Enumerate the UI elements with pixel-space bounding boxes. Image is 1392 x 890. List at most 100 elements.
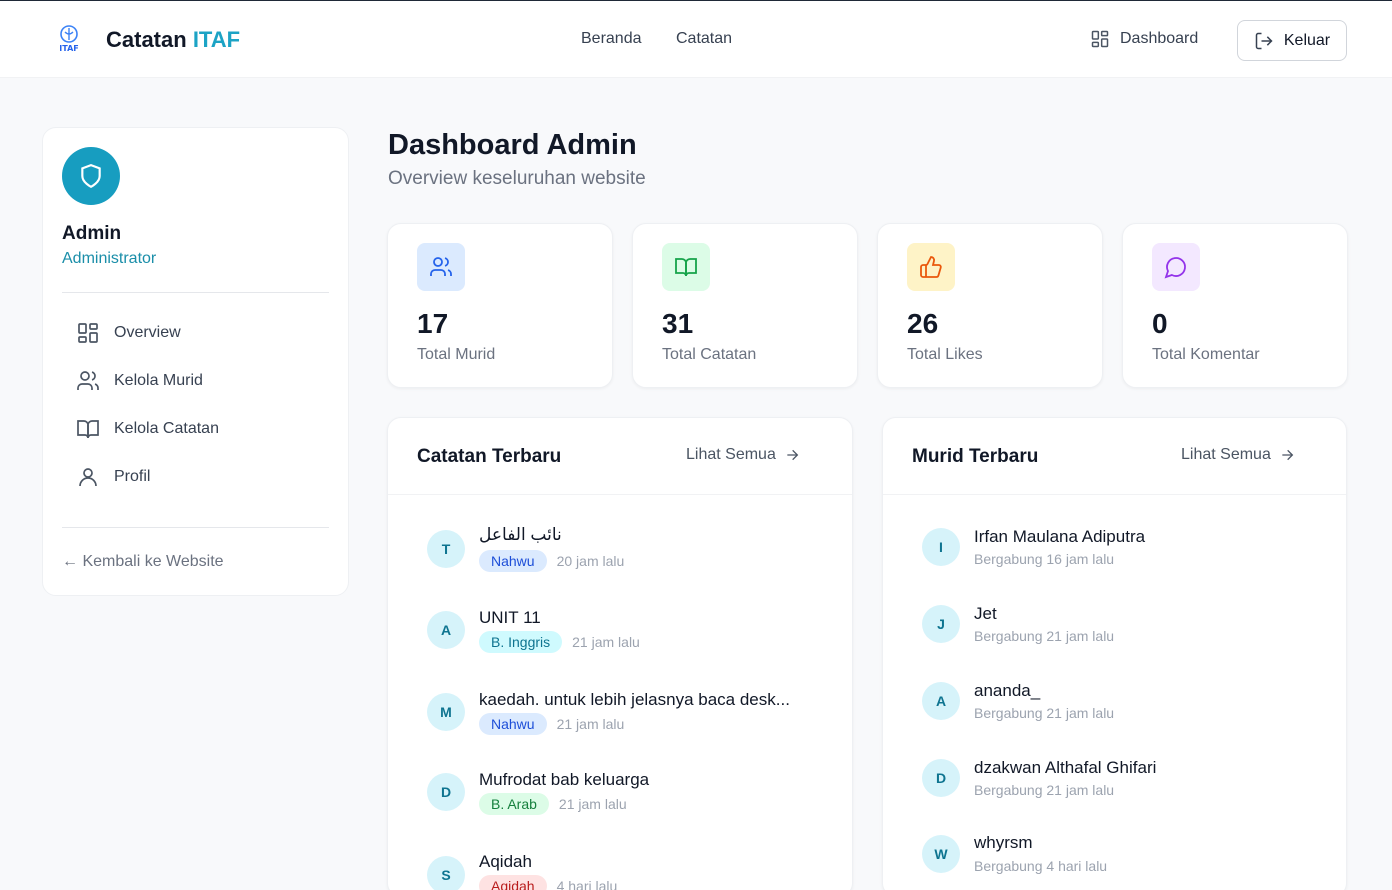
brand-accent: ITAF	[192, 27, 241, 52]
note-time: 20 jam lalu	[556, 553, 625, 569]
stat-card-total-catatan: 31 Total Catatan	[632, 223, 858, 388]
stat-label: Total Catatan	[662, 346, 757, 363]
note-title: kaedah. untuk lebih jelasnya baca desk..…	[479, 690, 790, 709]
student-name: Irfan Maulana Adiputra	[974, 527, 1146, 546]
student-name: dzakwan Althafal Ghifari	[974, 758, 1157, 777]
stat-card-total-likes: 26 Total Likes	[877, 223, 1103, 388]
student-name: ananda_	[974, 681, 1041, 700]
category-badge: B. Arab	[479, 793, 549, 815]
note-time: 4 hari lalu	[556, 878, 618, 890]
student-joined: Bergabung 21 jam lalu	[974, 628, 1115, 644]
student-list-item[interactable]: D dzakwan Althafal Ghifari Bergabung 21 …	[922, 757, 1342, 817]
student-name: whyrsm	[974, 833, 1033, 852]
avatar: A	[922, 682, 960, 720]
see-all-label: Lihat Semua	[686, 446, 776, 463]
note-meta: Nahwu 21 jam lalu	[479, 713, 624, 735]
thumbs-up-icon	[920, 256, 942, 278]
note-list-item[interactable]: A UNIT 11 B. Inggris 21 jam lalu	[427, 608, 847, 669]
panel-title: Murid Terbaru	[912, 446, 1039, 467]
back-to-website-link[interactable]: ← Kembali ke Website	[62, 553, 224, 571]
latest-students-panel: Murid Terbaru Lihat Semua I Irfan Maulan…	[882, 417, 1347, 890]
users-icon	[430, 257, 452, 276]
logout-icon	[1255, 32, 1273, 49]
user-icon	[79, 468, 97, 487]
nav-beranda[interactable]: Beranda	[581, 30, 642, 48]
itaf-logo[interactable]: ITAF	[54, 23, 84, 57]
brand-title[interactable]: Catatan ITAF	[106, 27, 240, 53]
sidebar-item-kelola-catatan[interactable]: Kelola Catatan	[76, 417, 219, 441]
see-all-label: Lihat Semua	[1181, 446, 1271, 463]
student-joined: Bergabung 21 jam lalu	[974, 705, 1115, 721]
message-circle-icon	[1164, 257, 1186, 279]
sidebar-item-profil[interactable]: Profil	[76, 465, 150, 489]
note-title: Aqidah	[479, 852, 532, 871]
category-badge: Nahwu	[479, 550, 547, 572]
avatar: S	[427, 856, 465, 890]
see-all-students-link[interactable]: Lihat Semua	[1181, 446, 1295, 464]
note-meta: Aqidah 4 hari lalu	[479, 875, 617, 890]
stat-icon-bg	[662, 243, 710, 291]
student-list-item[interactable]: A ananda_ Bergabung 21 jam lalu	[922, 680, 1342, 740]
profile-role: Administrator	[62, 250, 157, 267]
avatar	[62, 147, 120, 205]
panel-header: Murid Terbaru Lihat Semua	[883, 418, 1346, 495]
stat-label: Total Likes	[907, 346, 983, 363]
logout-label: Keluar	[1283, 31, 1331, 49]
category-badge: Aqidah	[479, 875, 547, 890]
stat-icon-bg	[907, 243, 955, 291]
grid-icon	[78, 323, 98, 343]
stat-value: 0	[1152, 308, 1168, 339]
note-title: Mufrodat bab keluarga	[479, 770, 650, 789]
users-icon	[77, 371, 99, 390]
grid-icon	[1091, 30, 1109, 48]
stat-card-total-murid: 17 Total Murid	[387, 223, 613, 388]
profile-name: Admin	[62, 223, 122, 244]
student-list-item[interactable]: I Irfan Maulana Adiputra Bergabung 16 ja…	[922, 526, 1342, 586]
stat-icon-bg	[417, 243, 465, 291]
student-list-item[interactable]: W whyrsm Bergabung 4 hari lalu	[922, 833, 1342, 890]
avatar: M	[427, 693, 465, 731]
sidebar-item-overview[interactable]: Overview	[76, 321, 181, 345]
note-time: 21 jam lalu	[556, 716, 625, 732]
avatar: I	[922, 528, 960, 566]
stat-value: 31	[662, 308, 694, 339]
avatar: D	[427, 773, 465, 811]
sidebar-item-label: Overview	[114, 324, 181, 341]
panel-title: Catatan Terbaru	[417, 446, 562, 467]
student-list-item[interactable]: J Jet Bergabung 21 jam lalu	[922, 603, 1342, 663]
book-icon	[675, 258, 697, 277]
student-joined: Bergabung 21 jam lalu	[974, 782, 1115, 798]
note-time: 21 jam lalu	[572, 634, 640, 650]
logout-button[interactable]: Keluar	[1237, 20, 1347, 61]
top-navbar: ITAF Catatan ITAF Beranda Catatan Dashbo…	[0, 0, 1392, 78]
sidebar-item-kelola-murid[interactable]: Kelola Murid	[76, 369, 203, 393]
note-title: UNIT 11	[479, 608, 541, 627]
student-joined: Bergabung 4 hari lalu	[974, 858, 1108, 874]
svg-text:ITAF: ITAF	[59, 44, 78, 53]
note-meta: B. Inggris 21 jam lalu	[479, 631, 640, 653]
category-badge: B. Inggris	[479, 631, 563, 653]
panel-header: Catatan Terbaru Lihat Semua	[388, 418, 852, 495]
sidebar-item-label: Profil	[114, 468, 151, 485]
note-list-item[interactable]: T نائب الفاعل Nahwu 20 jam lalu	[427, 525, 847, 588]
avatar: J	[922, 605, 960, 643]
arrow-right-icon	[1282, 449, 1294, 461]
note-list-item[interactable]: M kaedah. untuk lebih jelasnya baca desk…	[427, 690, 847, 751]
nav-dashboard-label: Dashboard	[1120, 30, 1199, 47]
student-joined: Bergabung 16 jam lalu	[974, 551, 1115, 567]
nav-dashboard[interactable]: Dashboard	[1090, 29, 1198, 49]
nav-catatan[interactable]: Catatan	[676, 30, 732, 48]
avatar: D	[922, 759, 960, 797]
student-name: Jet	[974, 604, 997, 623]
latest-notes-panel: Catatan Terbaru Lihat Semua T نائب الفاع…	[387, 417, 853, 890]
note-title: نائب الفاعل	[479, 525, 562, 544]
note-list-item[interactable]: D Mufrodat bab keluarga B. Arab 21 jam l…	[427, 770, 847, 833]
avatar: A	[427, 611, 465, 649]
divider	[62, 527, 329, 528]
arrow-right-icon	[787, 449, 799, 461]
stat-value: 26	[907, 308, 939, 339]
note-list-item[interactable]: S Aqidah Aqidah 4 hari lalu	[427, 852, 847, 890]
see-all-notes-link[interactable]: Lihat Semua	[686, 446, 800, 464]
brand-main: Catatan	[106, 27, 187, 52]
avatar: W	[922, 835, 960, 873]
